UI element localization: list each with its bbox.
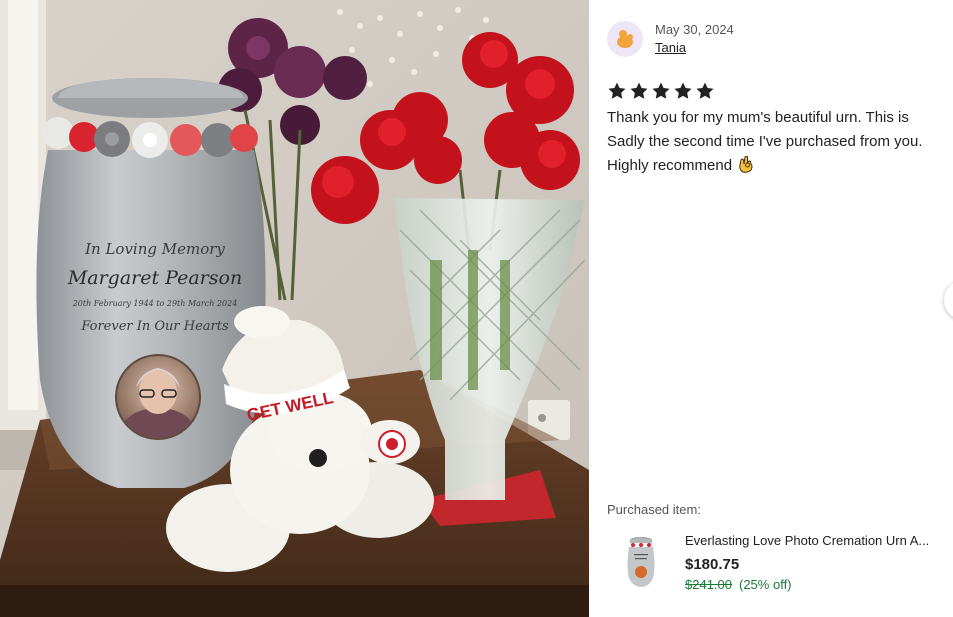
urn-engraving-line1: In Loving Memory [84, 240, 225, 258]
original-price: $241.00 [685, 577, 732, 592]
avatar-placeholder-icon [617, 30, 633, 48]
urn-engraving-dates: 20th February 1944 to 29th March 2024 [72, 299, 238, 308]
purchased-item-link[interactable]: Everlasting Love Photo Cremation Urn A..… [607, 530, 953, 596]
reviewer-avatar[interactable] [607, 21, 643, 57]
star-icon [608, 82, 626, 99]
review-photo-image: In Loving Memory Margaret Pearson 20th F… [0, 0, 589, 617]
star-icon [674, 82, 692, 99]
urn-engraving-name: Margaret Pearson [67, 267, 242, 289]
star-icon [630, 82, 648, 99]
review-text: Thank you for my mum's beautiful urn. Th… [607, 109, 923, 174]
review-panel: May 30, 2024 Tania Thank you for my mum'… [607, 0, 953, 617]
review-body: Thank you for my mum's beautiful urn. Th… [607, 106, 947, 178]
star-rating [607, 81, 715, 101]
discount-badge: (25% off) [739, 577, 792, 592]
urn-engraving-line4: Forever In Our Hearts [80, 319, 229, 334]
product-thumbnail[interactable] [621, 534, 661, 590]
star-icon [652, 82, 670, 99]
review-card: In Loving Memory Margaret Pearson 20th F… [0, 0, 953, 617]
sale-price: $180.75 [685, 556, 740, 573]
review-date: May 30, 2024 [655, 22, 734, 37]
purchased-item-title[interactable]: Everlasting Love Photo Cremation Urn A..… [685, 533, 951, 548]
star-icon [696, 82, 714, 99]
review-photo[interactable]: In Loving Memory Margaret Pearson 20th F… [0, 0, 589, 617]
purchased-item-label: Purchased item: [607, 502, 701, 517]
reviewer-name-link[interactable]: Tania [655, 40, 686, 55]
ok-hand-icon [739, 155, 753, 173]
